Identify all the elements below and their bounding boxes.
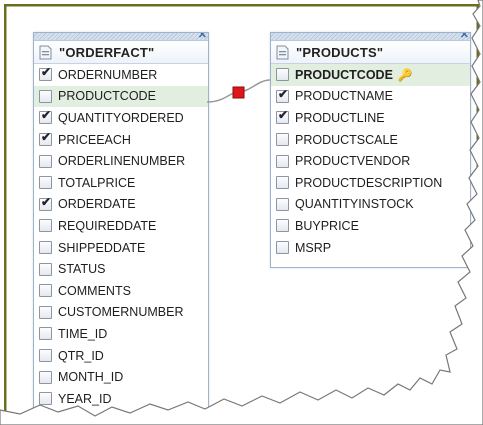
field-row[interactable]: QTR_ID [34,345,208,367]
field-checkbox[interactable]: ✔ [276,108,289,125]
field-name: PRODUCTDESCRIPTION [295,175,443,190]
field-checkbox[interactable] [39,370,52,384]
field-name: YEAR_ID [58,391,112,406]
table-drag-handle[interactable]: ✕ [271,33,470,41]
field-name: PRODUCTCODE [295,67,393,82]
table-title: "PRODUCTS" [296,44,384,60]
field-name: STATUS [58,262,106,277]
table-orderfact[interactable]: ✕ "ORDERFACT" ✔ ORDERNUMBER PRODUCTCODE ✔ QU… [33,32,209,424]
field-row[interactable]: ✔ PRODUCTLINE [271,107,470,129]
field-row[interactable]: PRODUCTSCALE [271,129,470,151]
field-checkbox[interactable] [276,197,289,211]
field-name: BUYPRICE [295,218,359,233]
close-icon[interactable]: ✕ [198,33,207,41]
table-icon [39,45,52,59]
field-row[interactable]: CUSTOMERNUMBER [34,302,208,324]
field-checkbox[interactable] [39,305,52,319]
field-checkbox[interactable]: ✔ [39,108,52,125]
field-checkbox[interactable] [39,89,52,103]
field-row[interactable]: MONTH_ID [34,366,208,388]
field-checkbox[interactable] [276,219,289,233]
field-checkbox[interactable]: ✔ [276,86,289,103]
field-row[interactable]: ✔ ORDERDATE [34,194,208,216]
table-products[interactable]: ✕ "PRODUCTS" PRODUCTCODE 🔑 ✔ PRODUCTNAME ✔ PR… [270,32,471,268]
checkmark-icon: ✔ [41,130,52,145]
field-name: REQUIREDDATE [58,218,157,233]
field-checkbox[interactable] [39,154,52,168]
field-checkbox[interactable] [276,176,289,190]
field-name: TOTALPRICE [58,175,136,190]
field-checkbox[interactable] [39,349,52,363]
checkmark-icon: ✔ [41,194,52,209]
field-row[interactable]: ✔ PRICEEACH [34,129,208,151]
field-name: COMMENTS [58,283,131,298]
field-row[interactable]: REQUIREDDATE [34,215,208,237]
field-row[interactable]: PRODUCTCODE 🔑 [271,64,470,86]
query-design-canvas[interactable]: ✕ "ORDERFACT" ✔ ORDERNUMBER PRODUCTCODE ✔ QU… [0,0,483,425]
field-row[interactable]: TOTALPRICE [34,172,208,194]
field-name: QUANTITYORDERED [58,110,184,125]
field-checkbox[interactable] [39,327,52,341]
field-row[interactable]: ✔ PRODUCTNAME [271,86,470,108]
field-row[interactable]: PRODUCTVENDOR [271,150,470,172]
field-checkbox[interactable] [276,154,289,168]
field-name: PRODUCTLINE [295,110,385,125]
field-name: PRODUCTVENDOR [295,154,411,169]
table-header[interactable]: "PRODUCTS" [271,41,470,64]
field-row[interactable]: BUYPRICE [271,215,470,237]
table-title: "ORDERFACT" [59,44,155,60]
table-drag-handle[interactable]: ✕ [34,33,208,41]
field-checkbox[interactable]: ✔ [39,65,52,82]
field-name: SHIPPEDDATE [58,240,146,255]
field-row[interactable]: QUANTITYINSTOCK [271,194,470,216]
field-checkbox[interactable] [39,262,52,276]
field-checkbox[interactable]: ✔ [39,194,52,211]
key-icon: 🔑 [397,67,413,82]
field-row[interactable]: SHIPPEDDATE [34,237,208,259]
checkmark-icon: ✔ [278,86,289,101]
field-name: PRODUCTSCALE [295,132,398,147]
field-checkbox[interactable] [276,241,289,255]
field-name: PRODUCTNAME [295,89,393,104]
field-name: PRODUCTCODE [58,89,156,104]
field-name: QUANTITYINSTOCK [295,197,414,212]
field-row[interactable]: YEAR_ID [34,388,208,410]
field-checkbox[interactable] [276,133,289,147]
field-row[interactable]: ✔ ORDERNUMBER [34,64,208,86]
close-icon[interactable]: ✕ [460,33,469,41]
field-row[interactable]: COMMENTS [34,280,208,302]
field-checkbox[interactable] [276,68,289,82]
field-row[interactable]: ORDERLINENUMBER [34,150,208,172]
field-name: CUSTOMERNUMBER [58,305,184,320]
table-header[interactable]: "ORDERFACT" [34,41,208,64]
field-name: MSRP [295,240,332,255]
field-checkbox[interactable] [39,284,52,298]
field-row[interactable]: TIME_ID [34,323,208,345]
field-name: ORDERLINENUMBER [58,154,186,169]
field-checkbox[interactable] [39,176,52,190]
field-name: QTR_ID [58,348,104,363]
field-row[interactable]: STATUS [34,258,208,280]
field-row[interactable]: PRODUCTDESCRIPTION [271,172,470,194]
field-row[interactable]: MSRP [271,237,470,259]
checkmark-icon: ✔ [41,65,52,80]
checkmark-icon: ✔ [278,108,289,123]
field-checkbox[interactable] [39,219,52,233]
field-name: TIME_ID [58,326,108,341]
field-list: PRODUCTCODE 🔑 ✔ PRODUCTNAME ✔ PRODUCTLINE PROD… [271,64,470,258]
field-name: ORDERDATE [58,197,136,212]
checkmark-icon: ✔ [41,108,52,123]
field-checkbox[interactable] [39,241,52,255]
field-list: ✔ ORDERNUMBER PRODUCTCODE ✔ QUANTITYORDERED ✔… [34,64,208,410]
field-checkbox[interactable]: ✔ [39,130,52,147]
field-checkbox[interactable] [39,392,52,406]
field-row[interactable]: ✔ QUANTITYORDERED [34,107,208,129]
field-name: ORDERNUMBER [58,67,158,82]
field-row[interactable]: PRODUCTCODE [34,85,208,108]
field-name: PRICEEACH [58,132,131,147]
field-name: MONTH_ID [58,370,124,385]
table-icon [276,45,289,59]
